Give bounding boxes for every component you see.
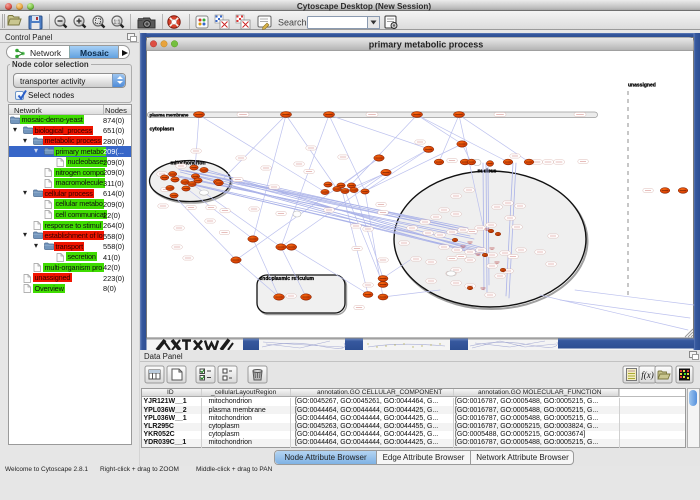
svg-text:endoplasmic reticulum: endoplasmic reticulum — [260, 276, 315, 282]
svg-text:f(x): f(x) — [641, 370, 654, 380]
svg-text:nucleus: nucleus — [478, 169, 497, 175]
svg-text:plasma membrane: plasma membrane — [150, 113, 189, 118]
svg-text:unassigned: unassigned — [628, 83, 656, 89]
svg-text:cytoplasm: cytoplasm — [150, 127, 175, 133]
svg-text:primary metabolic process: primary metabolic process — [369, 40, 484, 50]
svg-text:Search:: Search: — [278, 18, 309, 28]
